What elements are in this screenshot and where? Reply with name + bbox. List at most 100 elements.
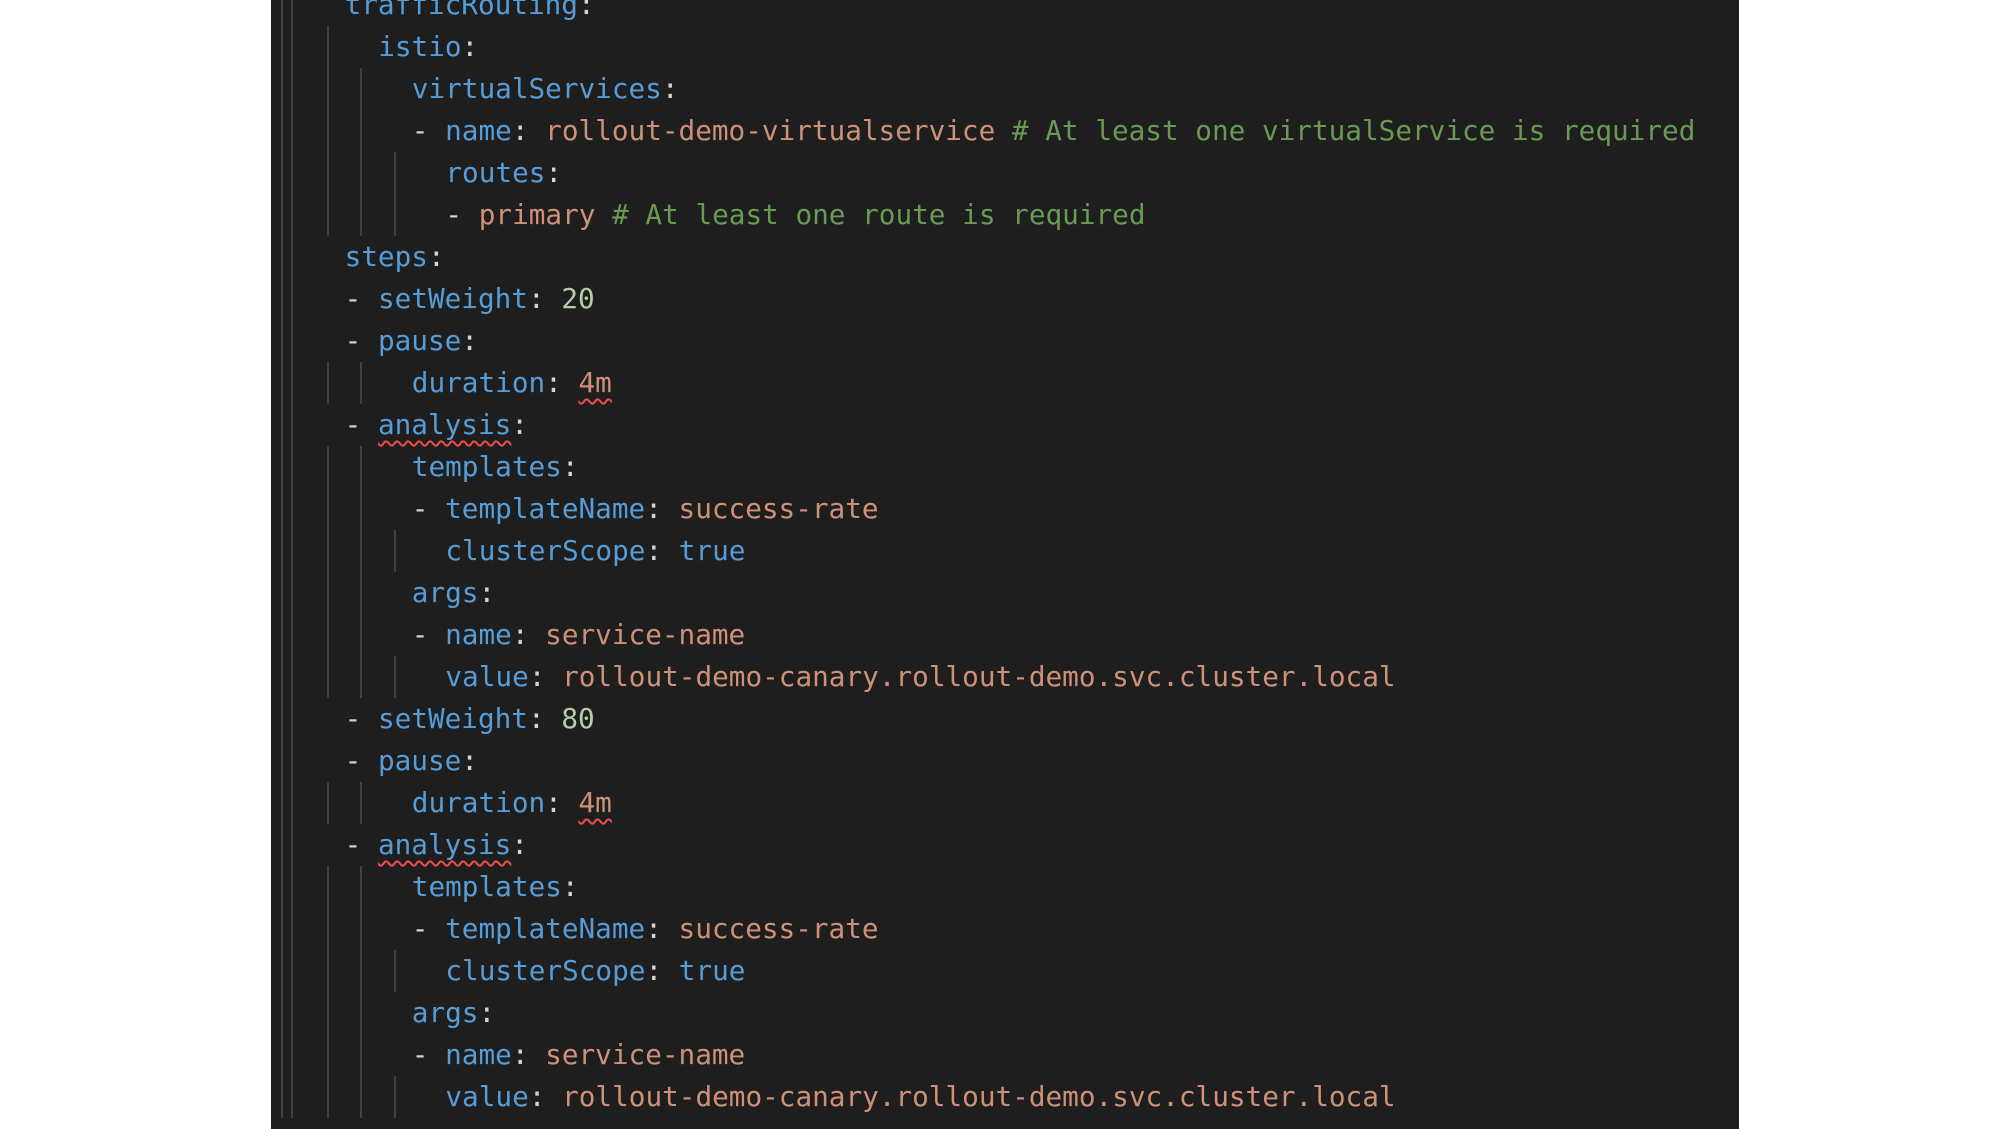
indent-guide <box>360 992 362 1034</box>
yaml-comment: # At least one virtualService is require… <box>1011 114 1696 147</box>
indent-guide <box>281 68 283 110</box>
indent-guide <box>360 782 362 824</box>
code-line-content: value: rollout-demo-canary.rollout-demo.… <box>445 1076 1395 1118</box>
code-line-content: - setWeight: 20 <box>345 278 595 320</box>
code-line-content: - templateName: success-rate <box>412 488 879 530</box>
indent-guide <box>327 446 329 488</box>
code-line[interactable]: - analysis: <box>271 404 1739 446</box>
indent-guide <box>327 194 329 236</box>
code-line[interactable]: duration: 4m <box>271 782 1739 824</box>
code-line[interactable]: clusterScope: true <box>271 530 1739 572</box>
code-editor[interactable]: trafficRouting: istio: virtualServices: - n… <box>271 0 1739 1129</box>
yaml-string-value: primary <box>478 198 613 231</box>
indent-guide <box>291 320 293 362</box>
code-line[interactable]: virtualServices: <box>271 68 1739 110</box>
yaml-key: name <box>445 1038 512 1071</box>
yaml-key-error: analysis <box>377 828 512 861</box>
indent-guide <box>327 908 329 950</box>
code-line[interactable]: istio: <box>271 26 1739 68</box>
yaml-number-value: 80 <box>561 702 595 735</box>
indent-guide <box>291 362 293 404</box>
yaml-string-value: rollout-demo-canary.rollout-demo.svc.clu… <box>562 1080 1396 1113</box>
code-line[interactable]: args: <box>271 572 1739 614</box>
code-line[interactable]: - name: service-name <box>271 614 1739 656</box>
code-line[interactable]: templates: <box>271 866 1739 908</box>
indent-guide <box>291 1034 293 1076</box>
yaml-colon: : <box>511 1038 546 1071</box>
yaml-key: routes <box>445 156 546 189</box>
indent-guide <box>291 110 293 152</box>
yaml-key: pause <box>377 324 462 357</box>
code-line[interactable]: - templateName: success-rate <box>271 488 1739 530</box>
yaml-colon: : <box>577 0 595 21</box>
code-line-content: virtualServices: <box>412 68 679 110</box>
code-line[interactable]: - name: service-name <box>271 1034 1739 1076</box>
code-line[interactable]: clusterScope: true <box>271 950 1739 992</box>
indent-guide <box>360 68 362 110</box>
indent-guide <box>327 530 329 572</box>
yaml-key: duration <box>411 786 546 819</box>
code-line[interactable]: - primary # At least one route is requir… <box>271 194 1739 236</box>
indent-guide <box>291 236 293 278</box>
code-line[interactable]: - pause: <box>271 320 1739 362</box>
yaml-list-dash: - <box>411 1038 446 1071</box>
yaml-colon: : <box>461 30 479 63</box>
yaml-key: virtualServices <box>411 72 662 105</box>
yaml-key: templates <box>411 870 562 903</box>
yaml-string-value: success-rate <box>678 492 879 525</box>
indent-guide <box>360 152 362 194</box>
yaml-colon: : <box>545 786 579 819</box>
code-line[interactable]: steps: <box>271 236 1739 278</box>
indent-guide <box>394 530 396 572</box>
code-line[interactable]: - analysis: <box>271 824 1739 866</box>
code-line-content: - name: rollout-demo-virtualservice # At… <box>412 110 1696 152</box>
indent-guide <box>281 614 283 656</box>
indent-guide <box>327 866 329 908</box>
indent-guide <box>281 698 283 740</box>
code-line[interactable]: value: rollout-demo-canary.rollout-demo.… <box>271 656 1739 698</box>
indent-guide <box>327 26 329 68</box>
indent-guide <box>281 278 283 320</box>
code-line-content: - name: service-name <box>412 614 745 656</box>
code-line[interactable]: - templateName: success-rate <box>271 908 1739 950</box>
yaml-colon: : <box>461 324 478 357</box>
yaml-key: name <box>445 114 512 147</box>
indent-guide <box>291 152 293 194</box>
indent-guide <box>360 1034 362 1076</box>
code-line[interactable]: - pause: <box>271 740 1739 782</box>
code-line[interactable]: duration: 4m <box>271 362 1739 404</box>
indent-guide <box>360 530 362 572</box>
yaml-colon: : <box>427 240 445 273</box>
yaml-list-dash: - <box>344 744 378 777</box>
indent-guide <box>291 1076 293 1118</box>
indent-guide <box>281 488 283 530</box>
yaml-colon: : <box>528 1080 563 1113</box>
yaml-colon: : <box>645 492 679 525</box>
code-line[interactable]: templates: <box>271 446 1739 488</box>
code-line[interactable]: - setWeight: 80 <box>271 698 1739 740</box>
code-line[interactable]: - setWeight: 20 <box>271 278 1739 320</box>
code-line[interactable]: - name: rollout-demo-virtualservice # At… <box>271 110 1739 152</box>
indent-guide <box>281 782 283 824</box>
yaml-colon: : <box>527 282 562 315</box>
code-line-content: - templateName: success-rate <box>412 908 879 950</box>
indent-guide <box>291 0 293 26</box>
indent-guide <box>291 278 293 320</box>
code-line[interactable]: args: <box>271 992 1739 1034</box>
indent-guide <box>291 26 293 68</box>
yaml-colon: : <box>511 408 528 441</box>
code-lines[interactable]: trafficRouting: istio: virtualServices: - n… <box>271 0 1739 1118</box>
yaml-colon: : <box>561 870 579 903</box>
code-line[interactable]: value: rollout-demo-canary.rollout-demo.… <box>271 1076 1739 1118</box>
code-line[interactable]: trafficRouting: <box>271 0 1739 26</box>
indent-guide <box>327 614 329 656</box>
indent-guide <box>327 1076 329 1118</box>
code-line[interactable]: routes: <box>271 152 1739 194</box>
indent-guide <box>291 530 293 572</box>
indent-guide <box>360 110 362 152</box>
indent-guide <box>360 194 362 236</box>
indent-guide <box>360 908 362 950</box>
code-line-content: - analysis: <box>345 824 528 866</box>
indent-guide <box>291 68 293 110</box>
yaml-key-error: analysis <box>377 408 512 441</box>
